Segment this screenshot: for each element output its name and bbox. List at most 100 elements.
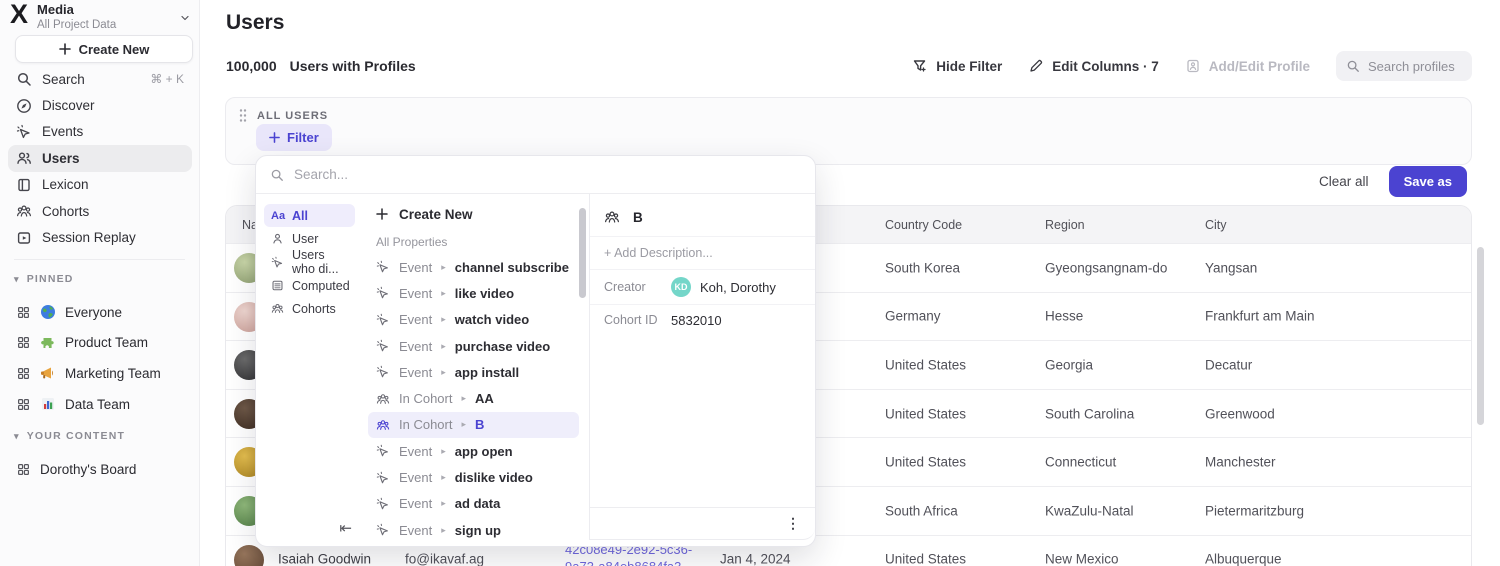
save-as-button[interactable]: Save as [1389,166,1467,197]
add-edit-profile-button[interactable]: Add/Edit Profile [1185,58,1310,74]
property-event-sign-up[interactable]: Event▸sign up [368,517,579,543]
hide-filter-button[interactable]: Hide Filter [912,58,1002,74]
property-event-app-open[interactable]: Event▸app open [368,438,579,464]
cohorts-icon [16,203,32,219]
sidebar-board-product-team[interactable]: Product Team [8,328,192,359]
funnel-icon [912,58,928,74]
create-new-button[interactable]: Create New [15,35,193,63]
your-content-section-header[interactable]: ▾ YOUR CONTENT [14,430,191,442]
board-grid-icon [16,366,31,381]
search-icon [1346,59,1360,73]
sidebar: X Media All Project Data Create New Sear… [0,0,200,566]
sidebar-item-events[interactable]: Events [8,119,192,145]
event-cursor-icon [376,365,390,379]
add-description-button[interactable]: + Add Description... [590,237,815,270]
computed-icon [271,279,285,292]
property-event-app-install[interactable]: Event▸app install [368,359,579,385]
add-filter-button[interactable]: Filter [256,124,332,151]
creator-avatar: KD [671,277,691,297]
chevron-down-icon [179,12,191,24]
property-event-purchase-video[interactable]: Event▸purchase video [368,333,579,359]
more-options-icon[interactable]: ⋮ [786,515,800,532]
collapse-panel-icon[interactable]: ⇤ [339,519,352,537]
cohort-id-value: 5832010 [671,313,722,328]
category-cohorts[interactable]: Cohorts [264,297,355,320]
sidebar-board-everyone[interactable]: Everyone [8,297,192,328]
creator-label: Creator [604,280,662,294]
sidebar-divider [14,259,185,260]
event-cursor-icon [376,471,390,485]
sidebar-board-marketing-team[interactable]: Marketing Team [8,358,192,389]
chevron-down-icon: ▾ [14,431,20,442]
cohort-title: B [633,210,643,225]
category-all[interactable]: Aa All [264,204,355,227]
bar-chart-icon [40,396,56,412]
category-user[interactable]: User [264,227,355,250]
property-event-dislike-video[interactable]: Event▸dislike video [368,464,579,490]
cohort-preview-panel: B + Add Description... Creator KD Koh, D… [589,194,815,540]
edit-columns-button[interactable]: Edit Columns · 7 [1028,58,1159,74]
event-cursor-icon [376,313,390,327]
cohorts-icon [376,418,390,432]
column-header-city[interactable]: City [1205,218,1227,232]
cohort-id-label: Cohort ID [604,313,662,327]
sidebar-item-cohorts[interactable]: Cohorts [8,198,192,224]
event-cursor-icon [376,260,390,274]
header-actions: Hide Filter Edit Columns · 7 Add/Edit Pr… [912,51,1472,81]
sidebar-item-users[interactable]: Users [8,145,192,171]
workspace-project: All Project Data [37,18,170,32]
property-in-cohort-aa[interactable]: In Cohort▸AA [368,385,579,411]
sidebar-item-search[interactable]: Search ⌘ + K [8,66,192,92]
property-event-like-video[interactable]: Event▸like video [368,280,579,306]
board-grid-icon [16,335,31,350]
sidebar-item-session-replay[interactable]: Session Replay [8,224,192,250]
dropdown-search[interactable] [256,156,815,194]
sidebar-board-data-team[interactable]: Data Team [8,389,192,420]
chevron-down-icon: ▾ [14,274,20,285]
property-in-cohort-b[interactable]: In Cohort▸B [368,412,579,438]
replay-icon [16,230,32,246]
workspace-name: Media [37,2,170,18]
avatar [234,545,264,566]
search-profiles-input[interactable] [1368,59,1462,74]
puzzle-icon [40,335,56,351]
globe-icon [40,304,56,320]
column-header-country[interactable]: Country Code [885,218,962,232]
table-scrollbar[interactable] [1477,247,1484,425]
event-cursor-icon [376,444,390,458]
dropdown-categories: Aa All User Users who di... Computed [256,194,360,546]
workspace-switcher[interactable]: X Media All Project Data [6,0,191,36]
search-icon [270,168,284,182]
dropdown-scrollbar[interactable] [579,208,586,298]
sidebar-item-discover[interactable]: Discover [8,92,192,118]
property-event-watch-video[interactable]: Event▸watch video [368,307,579,333]
column-header-region[interactable]: Region [1045,218,1085,232]
search-profiles-box[interactable] [1336,51,1472,81]
category-users-who-did[interactable]: Users who di... [264,251,355,274]
user-name: Isaiah Goodwin [278,552,371,566]
filter-property-dropdown: Aa All User Users who di... Computed [255,155,816,547]
count-type-selector[interactable]: Users with Profiles [290,58,416,74]
sidebar-board-dorothys-board[interactable]: Dorothy's Board [8,454,192,485]
clear-all-button[interactable]: Clear all [1319,174,1369,189]
event-cursor-icon [376,497,390,511]
event-cursor-icon [376,339,390,353]
dropdown-create-new[interactable]: Create New [368,200,579,228]
creator-name: Koh, Dorothy [700,280,776,295]
plus-icon [59,43,71,55]
category-computed[interactable]: Computed [264,274,355,297]
drag-handle-icon[interactable] [238,108,248,123]
property-event-channel-subscribe[interactable]: Event▸channel subscribe [368,254,579,280]
event-cursor-icon [376,523,390,537]
plus-icon [269,132,280,143]
app-logo: X [6,1,28,28]
filter-group-label: ALL USERS [257,110,328,122]
compass-icon [16,98,32,114]
search-shortcut: ⌘ + K [150,72,184,86]
sidebar-item-lexicon[interactable]: Lexicon [8,172,192,198]
pinned-section-header[interactable]: ▾ PINNED [14,273,191,285]
dropdown-search-input[interactable] [294,167,801,182]
property-event-ad-data[interactable]: Event▸ad data [368,491,579,517]
event-cursor-icon [376,286,390,300]
search-icon [16,71,32,87]
